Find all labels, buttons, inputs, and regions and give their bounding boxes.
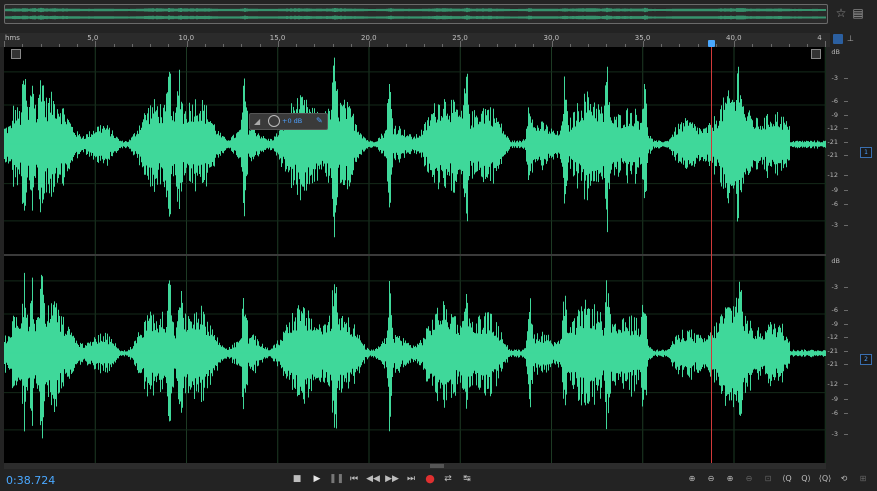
db-tick [844,204,848,206]
channel-2-canvas [4,256,826,463]
db-label: -9 [831,320,838,329]
db-tick [844,413,848,415]
db-tick [844,127,848,129]
db-label: -12 [827,123,838,132]
pin-icon[interactable]: ✎ [316,116,323,125]
zoom-to-selection-icon[interactable]: ⊞ [855,472,871,486]
gain-value[interactable]: +0 dB [282,117,302,125]
db-tick [844,225,848,227]
db-tick [844,142,848,144]
channel-1-db-scale[interactable]: dB -3 -6 -9 -12 -21 -21 -12 -9 -6 -3 [827,47,848,254]
db-tick [844,115,848,117]
pause-icon[interactable]: ❚❚ [329,472,344,486]
channel-2-badge[interactable]: 2 [860,354,872,365]
db-label: -6 [831,305,838,314]
loop-icon[interactable]: ⇄ [441,472,455,486]
db-label: -3 [831,221,838,230]
expand-icon[interactable] [11,49,21,59]
db-tick [844,100,848,102]
db-label: -6 [831,200,838,209]
db-label: -9 [831,394,838,403]
db-tick [844,287,848,289]
db-tick [844,309,848,311]
horizontal-scrollbar[interactable] [4,463,826,469]
marker-pin-icon[interactable]: ⊥ [847,34,855,44]
db-label: -21 [827,347,838,356]
scrollbar-thumb[interactable] [430,464,444,468]
db-tick [844,175,848,177]
zoom-out-time-icon[interactable]: ⊖ [741,472,757,486]
go-to-start-icon[interactable]: ⏮ [347,472,361,486]
db-unit-label: dB [831,257,840,265]
channel-1-canvas [4,47,826,254]
db-label: -21 [827,138,838,147]
db-tick [844,363,848,365]
db-label: -12 [827,171,838,180]
db-label: -21 [827,150,838,159]
overview-waveform [5,7,826,20]
db-tick [844,154,848,156]
db-label: -12 [827,332,838,341]
channel-2-db-scale[interactable]: dB -3 -6 -9 -12 -21 -21 -12 -9 -6 -3 [827,256,848,463]
db-tick [844,351,848,353]
zoom-out-amplitude-icon[interactable]: ⊖ [703,472,719,486]
channel-1-badge[interactable]: 1 [860,147,872,158]
db-tick [844,324,848,326]
playhead[interactable] [710,47,712,463]
zoom-selection-icon[interactable]: ⊡ [760,472,776,486]
gain-knob-icon[interactable] [268,115,280,127]
zoom-in-left-icon[interactable]: Q⟩ [798,472,814,486]
snap-icon[interactable] [833,34,843,44]
db-unit-label: dB [831,48,840,56]
channel-2-waveform[interactable] [4,256,826,463]
timecode-display[interactable]: 0:38.724 [6,474,55,487]
ruler-tick-label: 4 [817,34,822,42]
level-meter-icon: ◢ [254,117,261,126]
db-label: -21 [827,359,838,368]
play-icon[interactable]: ▶ [310,472,324,486]
playhead-handle[interactable] [707,40,715,47]
stop-icon[interactable]: ■ [290,472,304,486]
star-icon[interactable]: ☆ [834,6,848,20]
db-tick [844,78,848,80]
rewind-icon[interactable]: ◀◀ [366,472,380,486]
db-tick [844,336,848,338]
db-label: -3 [831,283,838,292]
fast-forward-icon[interactable]: ▶▶ [385,472,399,486]
go-to-end-icon[interactable]: ⏭ [404,472,418,486]
waveform-path [4,272,826,439]
waveform-path [4,57,826,238]
gain-hud[interactable]: ◢ +0 dB ✎ [249,113,328,130]
ruler-unit: hms [5,34,20,42]
db-label: -12 [827,380,838,389]
channel-1-waveform[interactable] [4,47,826,254]
time-ruler[interactable]: hms 5,0 10,0 15,0 20,0 25,0 30,0 35,0 40,0 4 [0,33,830,47]
skip-selection-icon[interactable]: ↹ [460,472,474,486]
zoom-in-amplitude-icon[interactable]: ⊕ [684,472,700,486]
db-label: -9 [831,185,838,194]
zoom-in-time-icon[interactable]: ⊕ [722,472,738,486]
db-tick [844,384,848,386]
ruler-tick-label: 5,0 [87,34,99,42]
db-label: -9 [831,111,838,120]
db-tick [844,189,848,191]
db-label: -3 [831,430,838,439]
overview-waveform-path [5,7,826,20]
zoom-out-all-icon[interactable]: ⟲ [836,472,852,486]
zoom-out-full-icon[interactable]: ⟨Q [779,472,795,486]
collapse-icon[interactable] [811,49,821,59]
db-label: -6 [831,409,838,418]
waveform-overview[interactable] [4,4,828,24]
panel-menu-icon[interactable]: ▤ [851,6,865,20]
db-tick [844,398,848,400]
zoom-in-right-icon[interactable]: ⟨Q⟩ [817,472,833,486]
db-label: -3 [831,74,838,83]
db-tick [844,434,848,436]
db-label: -6 [831,96,838,105]
record-icon[interactable]: ● [423,472,437,486]
